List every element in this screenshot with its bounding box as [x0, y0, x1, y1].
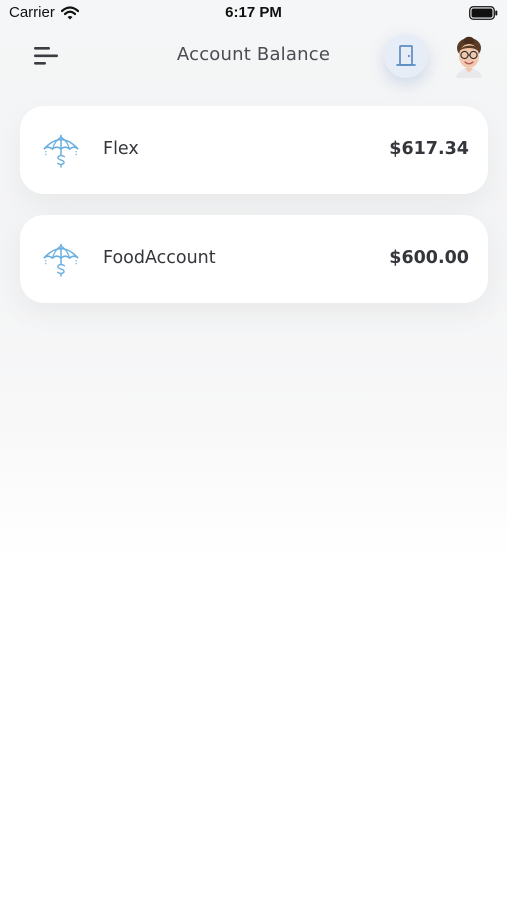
account-balance: $617.34: [389, 139, 469, 159]
user-avatar-icon: [456, 36, 482, 78]
status-bar: Carrier 6:17 PM: [0, 0, 507, 28]
header: Account Balance: [0, 28, 507, 88]
account-card-foodaccount[interactable]: FoodAccount $600.00: [20, 215, 488, 303]
account-card-flex[interactable]: Flex $617.34: [20, 106, 488, 194]
umbrella-dollar-icon: [43, 243, 79, 277]
account-name: FoodAccount: [103, 248, 216, 268]
account-list: Flex $617.34 FoodAccount $600.00: [20, 106, 488, 324]
status-time: 6:17 PM: [225, 4, 282, 21]
logout-button[interactable]: [384, 34, 428, 78]
battery-icon: [469, 6, 498, 20]
avatar[interactable]: [452, 36, 486, 78]
umbrella-dollar-icon: [43, 134, 79, 168]
account-name: Flex: [103, 139, 139, 159]
page-title: Account Balance: [176, 44, 331, 65]
door-icon: [396, 45, 416, 66]
account-balance: $600.00: [389, 248, 469, 268]
